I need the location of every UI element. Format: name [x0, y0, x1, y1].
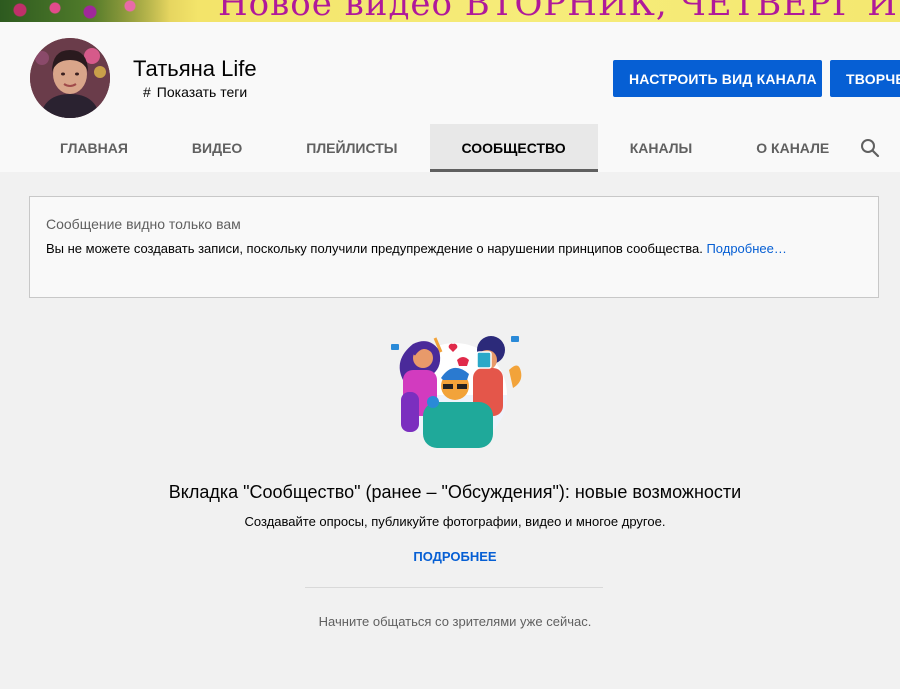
tab-about[interactable]: О КАНАЛЕ: [724, 124, 861, 172]
channel-tabs: ГЛАВНАЯ ВИДЕО ПЛЕЙЛИСТЫ СООБЩЕСТВО КАНАЛ…: [28, 124, 861, 172]
tab-home[interactable]: ГЛАВНАЯ: [28, 124, 160, 172]
promo-learn-more-link[interactable]: ПОДРОБНЕЕ: [0, 549, 900, 564]
search-icon[interactable]: [858, 136, 882, 160]
channel-header: Татьяна Life # Показать теги НАСТРОИТЬ В…: [0, 22, 900, 172]
promo-title: Вкладка "Сообщество" (ранее – "Обсуждени…: [168, 482, 742, 502]
notice-text: Вы не можете создавать записи, поскольку…: [46, 241, 703, 256]
notice-body: Вы не можете создавать записи, поскольку…: [46, 241, 787, 256]
promo-subtitle: Создавайте опросы, публикуйте фотографии…: [244, 514, 666, 529]
hashtag-icon: #: [143, 84, 151, 100]
notice-title: Сообщение видно только вам: [46, 216, 241, 232]
divider: [305, 587, 603, 588]
banner-text: Новое видео ВТОРНИК, ЧЕТВЕРГ И СУББОТА: [218, 0, 900, 22]
creator-studio-button[interactable]: ТВОРЧЕСКАЯ СТУДИЯ: [830, 60, 900, 97]
tab-community[interactable]: СООБЩЕСТВО: [429, 124, 598, 172]
community-illustration: [383, 330, 528, 450]
show-tags-link[interactable]: # Показать теги: [143, 84, 247, 100]
customize-channel-button[interactable]: НАСТРОИТЬ ВИД КАНАЛА: [613, 60, 822, 97]
restriction-notice: Сообщение видно только вам Вы не можете …: [29, 196, 879, 298]
channel-banner: Новое видео ВТОРНИК, ЧЕТВЕРГ И СУББОТА: [0, 0, 900, 22]
show-tags-label: Показать теги: [156, 84, 248, 100]
avatar[interactable]: [30, 38, 110, 118]
start-engaging-text: Начните общаться со зрителями уже сейчас…: [318, 614, 592, 629]
tab-videos[interactable]: ВИДЕО: [160, 124, 274, 172]
channel-name: Татьяна Life: [133, 56, 257, 81]
avatar-image: [30, 38, 110, 118]
tab-playlists[interactable]: ПЛЕЙЛИСТЫ: [274, 124, 429, 172]
notice-learn-more-link[interactable]: Подробнее…: [706, 241, 786, 256]
tab-channels[interactable]: КАНАЛЫ: [598, 124, 725, 172]
banner-flowers-image: [0, 0, 170, 22]
